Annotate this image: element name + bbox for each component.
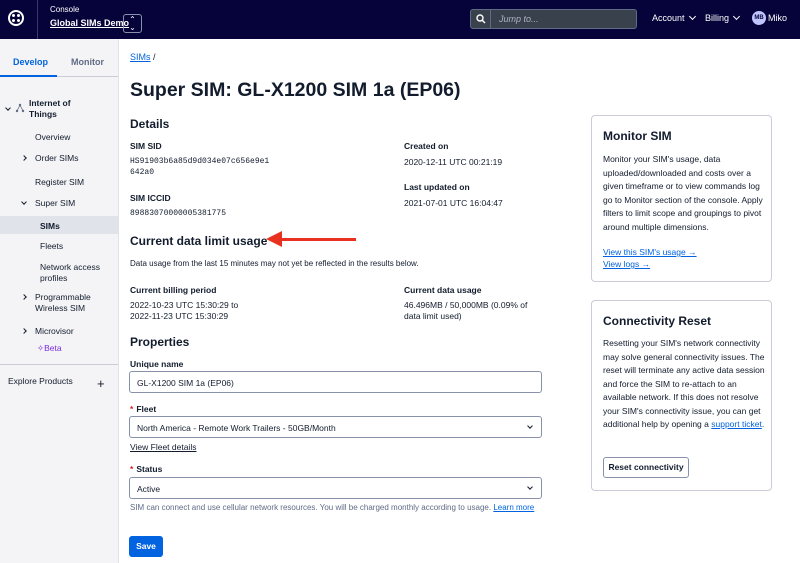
plus-icon[interactable]: + (97, 376, 105, 391)
unique-name-label: Unique name (130, 359, 184, 369)
sim-sid-value-line2: 642a0 (130, 168, 155, 177)
sim-sid-label: SIM SID (130, 141, 162, 151)
annotation-arrow-line (280, 238, 356, 241)
connectivity-reset-title: Connectivity Reset (603, 314, 712, 328)
chevron-down-icon (527, 423, 533, 429)
data-usage-label: Current data usage (404, 285, 482, 295)
created-on-label: Created on (404, 141, 449, 151)
search-icon (476, 14, 486, 24)
status-label: * Status (130, 464, 162, 474)
top-bar: Console Global SIMs Demo ⌃⌄ Account Bill… (0, 0, 800, 39)
iot-icon (15, 103, 25, 113)
jump-to-search-input[interactable] (490, 9, 637, 29)
chevron-down-icon (527, 484, 533, 490)
save-button[interactable]: Save (129, 536, 163, 557)
details-heading: Details (130, 117, 170, 131)
page-title: Super SIM: GL-X1200 SIM 1a (EP06) (130, 79, 461, 101)
view-logs-link[interactable]: View logs → (603, 259, 650, 269)
chevron-right-icon[interactable] (21, 155, 27, 161)
tab-monitor[interactable]: Monitor (71, 57, 104, 67)
chevron-right-icon[interactable] (21, 294, 27, 300)
fleet-select-value: North America - Remote Work Trailers - 5… (137, 423, 336, 433)
sidebar-item-iot[interactable]: Internet of Things (29, 98, 89, 120)
chevron-right-icon[interactable] (21, 328, 27, 334)
beta-label: Beta (44, 343, 62, 353)
monitor-sim-card: Monitor SIM Monitor your SIM's usage, da… (591, 115, 772, 282)
last-updated-label: Last updated on (404, 182, 470, 192)
connectivity-reset-body: Resetting your SIM's network connectivit… (603, 337, 765, 432)
view-usage-link[interactable]: View this SIM's usage → (603, 247, 697, 257)
billing-period-value-line2: 2022-11-23 UTC 15:30:29 (130, 311, 229, 321)
fleet-label-text: Fleet (136, 404, 157, 414)
user-name: Miko (768, 13, 788, 23)
twilio-logo-icon[interactable] (8, 10, 24, 26)
learn-more-link[interactable]: Learn more (493, 503, 534, 512)
support-suffix: . (761, 419, 765, 429)
sidebar-explore-products[interactable]: Explore Products (8, 376, 73, 387)
status-select-value: Active (137, 484, 161, 494)
sidebar-item-programmable-wireless-sim[interactable]: Programmable Wireless SIM (35, 292, 105, 314)
sidebar-item-network-access-profiles[interactable]: Network access profiles (40, 262, 112, 284)
sidebar-item-sims[interactable]: SIMs (40, 221, 60, 232)
chevron-down-icon[interactable] (21, 199, 27, 205)
properties-heading: Properties (130, 335, 190, 349)
chevron-down-icon[interactable] (5, 105, 11, 111)
data-usage-note: Data usage from the last 15 minutes may … (130, 259, 419, 268)
unique-name-input[interactable]: GL-X1200 SIM 1a (EP06) (129, 371, 542, 393)
billing-menu-label: Billing (705, 13, 730, 23)
status-select[interactable]: Active (129, 477, 542, 499)
sidebar-item-overview[interactable]: Overview (35, 132, 70, 143)
search-button[interactable] (470, 9, 491, 29)
sidebar-item-order-sims[interactable]: Order SIMs (35, 153, 78, 164)
breadcrumb: SIMs / (130, 52, 156, 62)
reset-connectivity-button[interactable]: Reset connectivity (603, 457, 689, 478)
sidebar: Develop Monitor Internet of Things Overv… (0, 39, 119, 563)
monitor-sim-title: Monitor SIM (603, 129, 672, 143)
data-usage-value-line2: data limit used) (404, 311, 462, 321)
topbar-divider (37, 0, 38, 39)
user-menu[interactable]: Miko (768, 13, 787, 23)
required-marker: * (130, 464, 134, 474)
billing-menu[interactable]: Billing (705, 12, 741, 23)
billing-period-label: Current billing period (130, 285, 217, 295)
connectivity-reset-card: Connectivity Reset Resetting your SIM's … (591, 300, 772, 491)
sidebar-divider (0, 364, 118, 365)
created-on-value: 2020-12-11 UTC 00:21:19 (404, 157, 503, 167)
status-label-text: Status (136, 464, 163, 474)
chevron-up-down-icon: ⌃ ⌄ (129, 15, 136, 32)
sidebar-item-super-sim[interactable]: Super SIM (35, 198, 75, 209)
monitor-sim-body: Monitor your SIM's usage, data uploaded/… (603, 154, 763, 232)
fleet-select[interactable]: North America - Remote Work Trailers - 5… (129, 416, 542, 438)
chevron-down-icon (732, 12, 741, 21)
view-fleet-details-link[interactable]: View Fleet details (130, 441, 196, 453)
sim-iccid-value: 89883070000005381775 (130, 209, 227, 218)
data-limit-heading: Current data limit usage (130, 234, 268, 248)
active-tab-indicator (0, 75, 57, 77)
required-marker: * (130, 404, 134, 414)
account-menu-label: Account (652, 13, 685, 23)
last-updated-value: 2021-07-01 UTC 16:04:47 (404, 198, 503, 208)
tab-develop[interactable]: Develop (13, 57, 48, 67)
account-menu[interactable]: Account (652, 12, 696, 23)
console-label: Console (50, 5, 80, 14)
sidebar-item-register-sim[interactable]: Register SIM (35, 177, 84, 188)
support-ticket-link[interactable]: support ticket (711, 419, 762, 429)
breadcrumb-separator: / (153, 52, 156, 62)
breadcrumb-sims-link[interactable]: SIMs (130, 52, 151, 62)
beta-badge: ✧Beta (37, 343, 62, 354)
status-help-body: SIM can connect and use cellular network… (130, 503, 492, 512)
chevron-down-icon (688, 12, 696, 21)
user-avatar[interactable]: MB (752, 11, 766, 25)
sidebar-item-microvisor[interactable]: Microvisor (35, 326, 74, 337)
sidebar-item-fleets[interactable]: Fleets (40, 241, 63, 252)
account-switcher-button[interactable]: ⌃ ⌄ (123, 14, 142, 33)
account-name-link[interactable]: Global SIMs Demo (50, 18, 129, 28)
status-help-text: SIM can connect and use cellular network… (130, 502, 540, 514)
fleet-label: * Fleet (130, 404, 156, 414)
sim-iccid-label: SIM ICCID (130, 193, 171, 203)
connectivity-reset-text: Resetting your SIM's network connectivit… (603, 338, 765, 429)
